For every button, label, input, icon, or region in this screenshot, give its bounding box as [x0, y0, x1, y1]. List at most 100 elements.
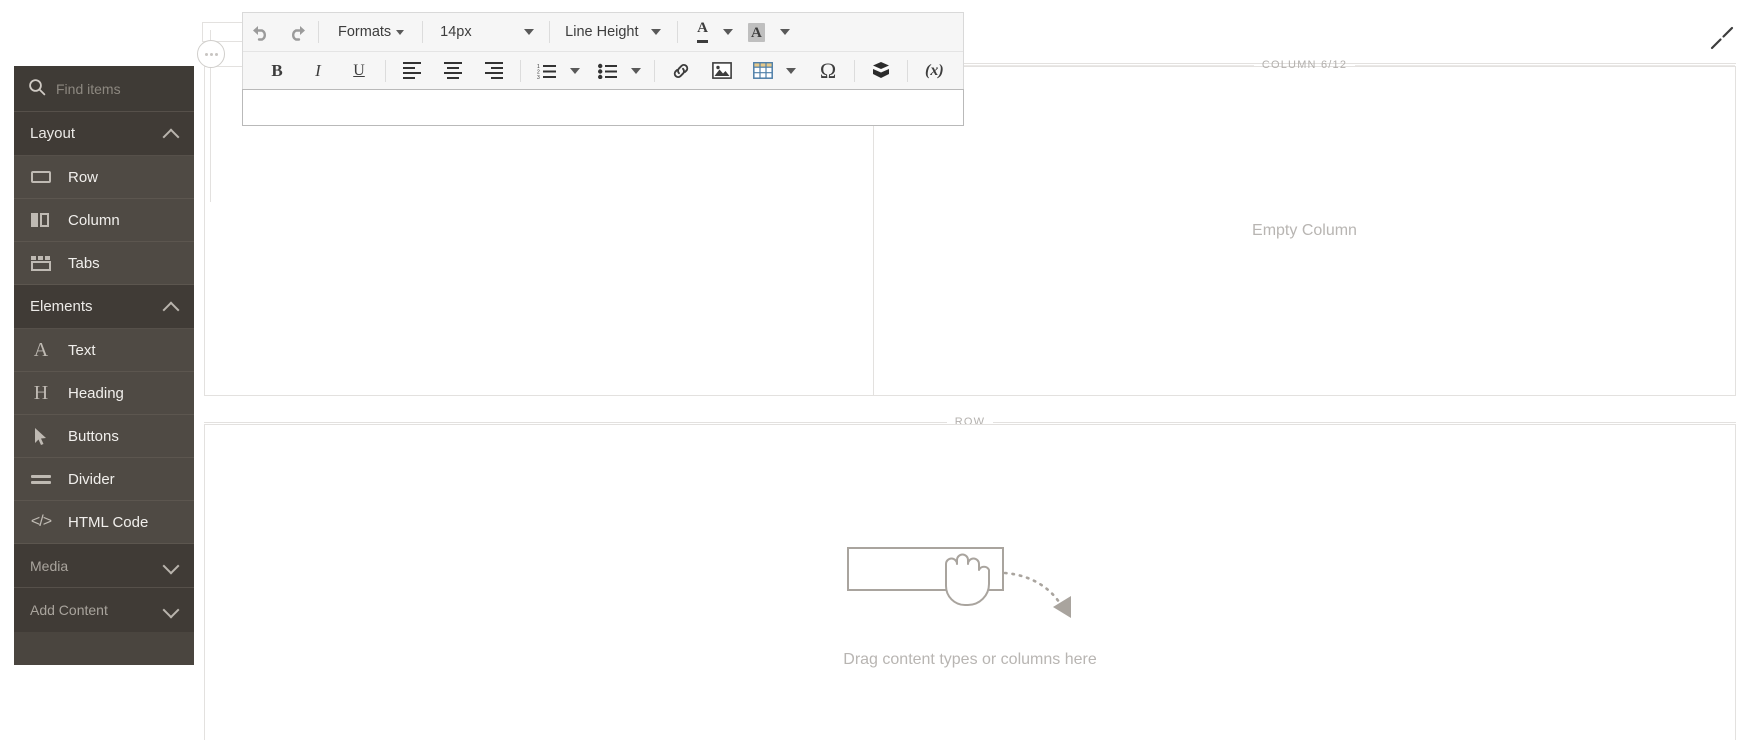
- formats-select-label: Formats: [338, 24, 392, 40]
- redo-arrow-icon: [292, 26, 305, 41]
- numbered-list-dropdown[interactable]: [566, 56, 584, 86]
- empty-column-placeholder: Empty Column: [1252, 222, 1357, 239]
- align-right-button[interactable]: [477, 56, 511, 86]
- image-icon: [712, 62, 732, 79]
- chevron-up-icon[interactable]: [164, 300, 178, 314]
- variable-icon: (x): [925, 61, 944, 79]
- col-label-line-right: [1355, 64, 1735, 66]
- drag-hand-icon: [847, 547, 1071, 618]
- sidebar-item-row-label: Row: [68, 168, 99, 186]
- chevron-down-icon: [723, 29, 734, 35]
- sidebar-item-tabs-label: Tabs: [68, 254, 100, 272]
- text-color-icon: A: [697, 21, 709, 43]
- sidebar-item-heading-label: Heading: [68, 384, 124, 402]
- underline-icon: U: [353, 61, 365, 79]
- dropzone[interactable]: Drag content types or columns here: [205, 543, 1735, 669]
- sidebar-item-text-label: Text: [68, 341, 96, 359]
- font-size-select-label: 14px: [440, 24, 472, 40]
- insert-image-button[interactable]: [705, 56, 739, 86]
- text-color-button[interactable]: A: [689, 17, 716, 47]
- sidebar-item-html-code[interactable]: </> HTML Code: [14, 501, 194, 544]
- chevron-down-icon[interactable]: [164, 603, 178, 617]
- special-character-button[interactable]: Ω: [811, 56, 845, 86]
- background-color-icon: A: [748, 22, 765, 42]
- sidebar-item-html-code-label: HTML Code: [68, 513, 149, 531]
- insert-table-dropdown[interactable]: [782, 56, 800, 86]
- align-right-icon: [485, 59, 503, 82]
- row2-label-line-right: [993, 421, 1737, 423]
- drag-handle[interactable]: [197, 40, 225, 68]
- expand-arrows-icon: [1710, 26, 1734, 50]
- background-color-dropdown[interactable]: [775, 17, 795, 47]
- sidebar-group-add-content[interactable]: Add Content: [14, 588, 194, 632]
- sidebar-item-column[interactable]: Column: [14, 199, 194, 242]
- sidebar-group-media[interactable]: Media: [14, 544, 194, 588]
- line-height-select[interactable]: Line Height: [553, 17, 671, 47]
- chevron-down-icon: [396, 29, 405, 35]
- row2-container[interactable]: Drag content types or columns here: [204, 424, 1736, 740]
- bullet-list-button[interactable]: [591, 56, 625, 86]
- sidebar-item-tabs[interactable]: Tabs: [14, 242, 194, 285]
- sidebar-item-divider[interactable]: Divider: [14, 458, 194, 501]
- toolbar-separator: [654, 59, 655, 82]
- italic-button[interactable]: I: [301, 56, 335, 86]
- line-height-select-label: Line Height: [565, 24, 639, 40]
- align-left-icon: [403, 59, 421, 82]
- toolbar-separator: [520, 59, 521, 82]
- sidebar: Layout Row Column Tabs Elements A Text H…: [14, 66, 194, 665]
- italic-icon: I: [315, 60, 321, 80]
- bullet-list-dropdown[interactable]: [627, 56, 645, 86]
- chevron-down-icon[interactable]: [164, 559, 178, 573]
- column-icon: [30, 213, 52, 227]
- bold-button[interactable]: B: [260, 56, 294, 86]
- numbered-list-button[interactable]: 1 2 3: [530, 56, 564, 86]
- builder-app: ROW COLUMN 6/12 Empty Column ROW: [0, 0, 1750, 740]
- sidebar-item-buttons[interactable]: Buttons: [14, 415, 194, 458]
- editor-toolbar-row-2: B I U 1 2 3 Ω (x): [243, 51, 963, 89]
- chevron-down-icon: [570, 67, 580, 74]
- background-color-button[interactable]: A: [740, 17, 773, 47]
- row-icon: [30, 171, 52, 183]
- toolbar-separator: [549, 21, 551, 43]
- align-left-button[interactable]: [395, 56, 429, 86]
- bold-icon: B: [271, 60, 283, 80]
- sidebar-search[interactable]: [14, 66, 194, 112]
- chevron-up-icon[interactable]: [164, 127, 178, 141]
- row1-right-column[interactable]: COLUMN 6/12 Empty Column: [874, 59, 1735, 395]
- editor-content-area[interactable]: [242, 89, 964, 126]
- heading-h-icon: H: [33, 382, 49, 404]
- toolbar-separator: [907, 59, 908, 82]
- sidebar-item-divider-label: Divider: [68, 470, 115, 488]
- table-icon: [753, 62, 773, 79]
- underline-button[interactable]: U: [342, 56, 376, 86]
- insert-link-button[interactable]: [664, 56, 698, 86]
- text-color-dropdown[interactable]: [718, 17, 738, 47]
- merge-field-button[interactable]: (x): [917, 56, 952, 86]
- redo-button[interactable]: [280, 17, 314, 47]
- formats-select[interactable]: Formats: [332, 17, 410, 47]
- sidebar-item-text[interactable]: A Text: [14, 329, 194, 372]
- undo-arrow-icon: [253, 26, 266, 41]
- sidebar-item-heading[interactable]: H Heading: [14, 372, 194, 415]
- toolbar-separator: [385, 59, 386, 82]
- toolbar-separator: [677, 21, 679, 43]
- numbered-list-icon: 1 2 3: [537, 64, 556, 79]
- align-center-icon: [444, 59, 462, 82]
- code-brackets-icon: </>: [30, 513, 52, 530]
- sidebar-item-buttons-label: Buttons: [68, 427, 119, 445]
- sidebar-group-elements[interactable]: Elements: [14, 285, 194, 329]
- editor-toolbar: Formats 14px Line Height A A B I U 1 2 3…: [242, 12, 964, 89]
- insert-block-button[interactable]: [864, 56, 898, 86]
- align-center-button[interactable]: [436, 56, 470, 86]
- font-size-select[interactable]: 14px: [426, 17, 546, 47]
- expand-button[interactable]: [1710, 26, 1734, 50]
- dropzone-caption: Drag content types or columns here: [843, 651, 1097, 668]
- cursor-arrow-icon: [30, 427, 52, 445]
- sidebar-item-row[interactable]: Row: [14, 156, 194, 199]
- element-outline-bracket: [202, 22, 242, 42]
- insert-table-button[interactable]: [746, 56, 780, 86]
- undo-button[interactable]: [244, 17, 278, 47]
- sidebar-group-layout[interactable]: Layout: [14, 112, 194, 156]
- search-input[interactable]: [56, 80, 186, 97]
- chevron-down-icon: [631, 67, 641, 74]
